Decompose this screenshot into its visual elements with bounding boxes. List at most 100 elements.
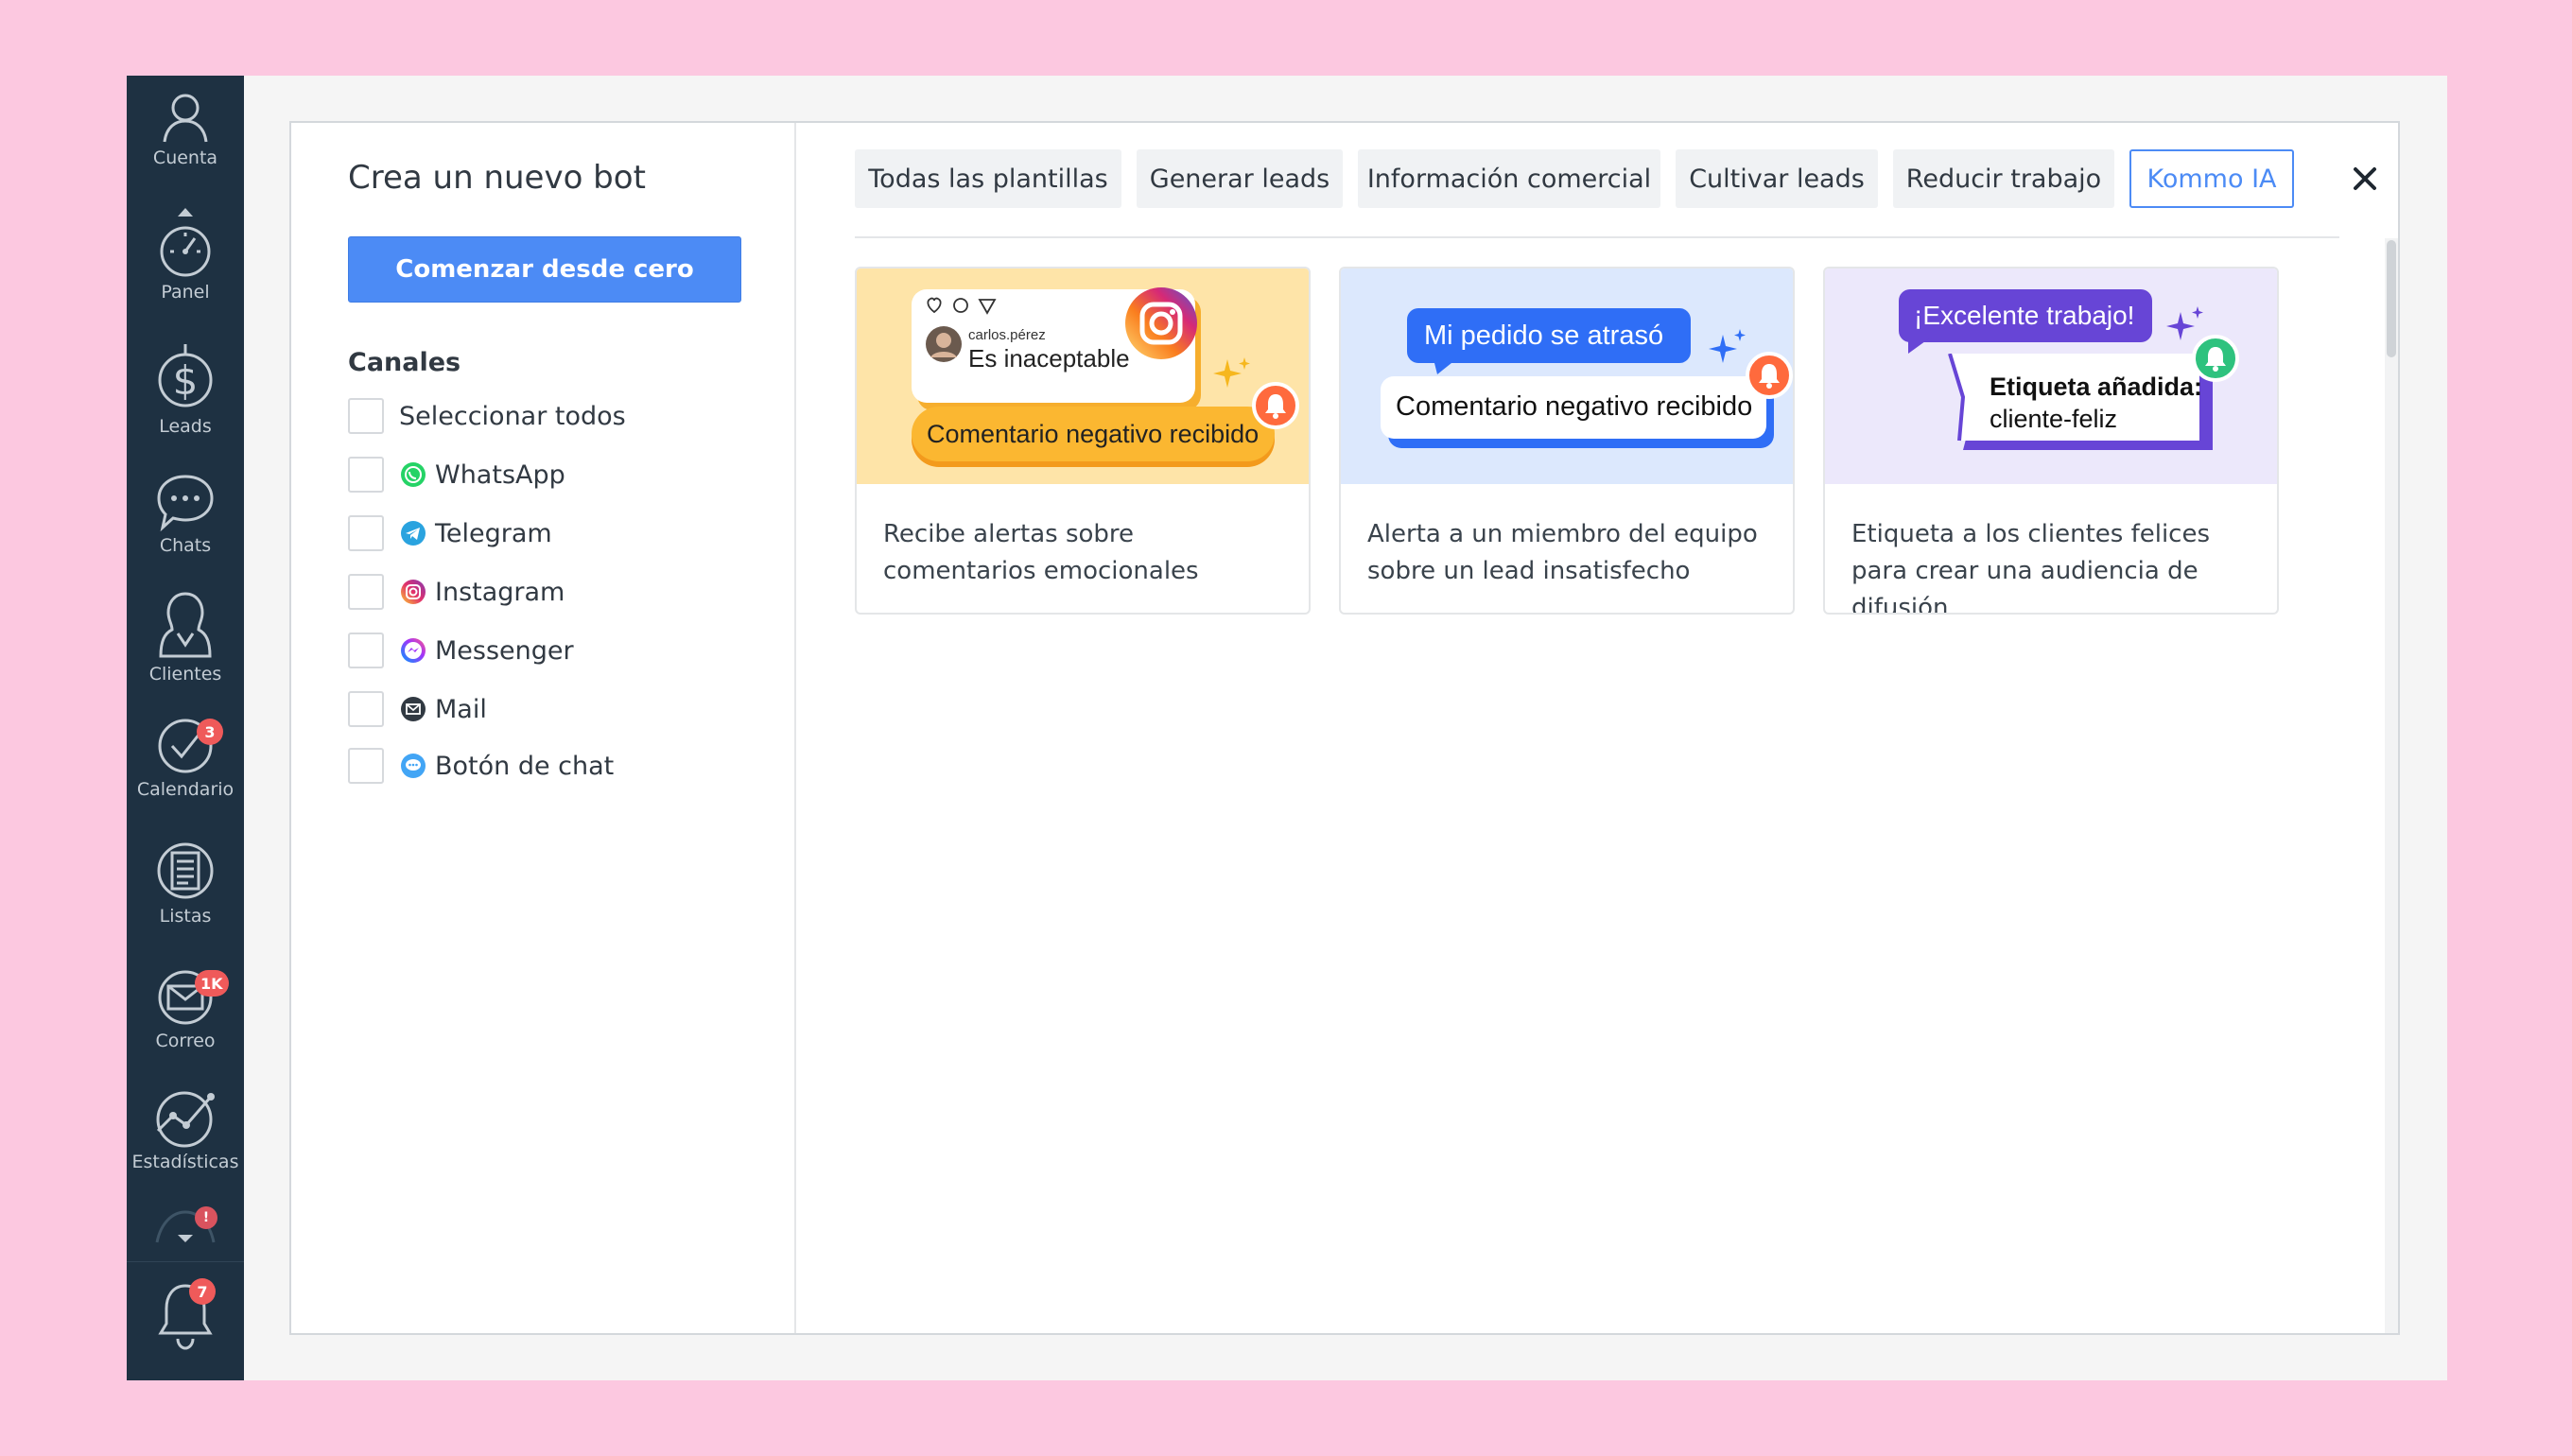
instagram-icon xyxy=(401,580,426,604)
bell-alert-icon xyxy=(1746,352,1793,399)
channel-label: Messenger xyxy=(435,635,574,666)
calendar-badge: 3 xyxy=(197,719,223,745)
card-illustration: ¡Excelente trabajo! Etiqueta añadida: cl… xyxy=(1825,269,2277,484)
sidebar-item-stats[interactable]: Estadísticas xyxy=(127,1087,244,1172)
channel-label: Mail xyxy=(435,694,487,724)
sidebar-item-label: Listas xyxy=(159,906,212,927)
alert-text: Comentario negativo recibido xyxy=(927,420,1260,448)
template-card[interactable]: carlos.pérez Es inaceptable Comentario n… xyxy=(855,267,1311,615)
channel-mail[interactable]: Mail xyxy=(348,690,487,728)
chats-icon xyxy=(157,475,214,531)
more-apps-badge: ! xyxy=(195,1206,217,1229)
telegram-checkbox[interactable] xyxy=(348,515,384,551)
bell-alert-icon xyxy=(1252,382,1299,429)
start-from-scratch-button[interactable]: Comenzar desde cero xyxy=(348,236,741,303)
customer-message-text: ¡Excelente trabajo! xyxy=(1914,301,2135,330)
sidebar-item-leads[interactable]: $ Leads xyxy=(127,342,244,437)
sidebar-item-lists[interactable]: Listas xyxy=(127,840,244,927)
tab-kommo-ai[interactable]: Kommo IA xyxy=(2129,149,2294,208)
customer-message-text: Mi pedido se atrasó xyxy=(1424,321,1664,351)
app-window: Cuenta Panel $ Leads Chats Clientes Cale… xyxy=(127,76,2447,1380)
post-actions-icon xyxy=(927,297,997,315)
sidebar-item-label: Clientes xyxy=(148,664,222,685)
messenger-icon xyxy=(401,638,426,663)
sidebar-item-label: Estadísticas xyxy=(131,1152,239,1172)
account-icon xyxy=(163,94,208,143)
sidebar-item-chats[interactable]: Chats xyxy=(127,473,244,556)
whatsapp-checkbox[interactable] xyxy=(348,457,384,493)
sidebar-divider xyxy=(127,1261,244,1262)
sidebar-item-panel[interactable]: Panel xyxy=(127,221,244,303)
avatar xyxy=(926,326,962,362)
sidebar-item-label: Panel xyxy=(161,282,210,303)
sidebar-item-label: Cuenta xyxy=(152,147,218,168)
sidebar-item-label: Leads xyxy=(159,416,212,437)
sidebar-item-calendar[interactable]: Calendario xyxy=(127,717,244,800)
tag-title: Etiqueta añadida: xyxy=(1990,373,2203,401)
channel-messenger[interactable]: Messenger xyxy=(348,632,574,669)
modal-left-panel: Crea un nuevo bot Comenzar desde cero Ca… xyxy=(291,123,796,1333)
chat-button-icon xyxy=(401,754,426,778)
sidebar-item-label: Calendario xyxy=(136,779,235,800)
mail-badge: 1K xyxy=(195,970,229,997)
bubble-tail-icon xyxy=(1434,359,1456,374)
tab-generate-leads[interactable]: Generar leads xyxy=(1137,149,1343,208)
telegram-icon xyxy=(401,521,426,546)
card-description: Recibe alertas sobre comentarios emocion… xyxy=(883,520,1199,585)
select-all-checkbox[interactable] xyxy=(348,398,384,434)
channel-label: Botón de chat xyxy=(435,751,615,781)
content-scrollbar[interactable] xyxy=(2385,238,2398,1333)
channel-select-all[interactable]: Seleccionar todos xyxy=(348,397,626,435)
channel-label: Telegram xyxy=(435,518,552,548)
chat-button-checkbox[interactable] xyxy=(348,748,384,784)
lists-icon xyxy=(157,842,214,899)
channel-instagram[interactable]: Instagram xyxy=(348,573,565,611)
whatsapp-icon xyxy=(401,462,426,487)
modal-title: Crea un nuevo bot xyxy=(348,159,646,197)
sidebar-item-label: Correo xyxy=(155,1031,216,1051)
notifications-badge: 7 xyxy=(189,1278,216,1305)
sidebar-item-clients[interactable]: Clientes xyxy=(127,590,244,685)
instagram-checkbox[interactable] xyxy=(348,574,384,610)
sidebar-item-label: Chats xyxy=(159,535,212,556)
scroll-up-icon[interactable] xyxy=(176,206,195,217)
comment-text: Es inaceptable xyxy=(968,344,1130,373)
channel-whatsapp[interactable]: WhatsApp xyxy=(348,456,565,494)
dashboard-icon xyxy=(160,226,211,277)
new-bot-modal: Crea un nuevo bot Comenzar desde cero Ca… xyxy=(289,121,2400,1335)
tab-reduce-work[interactable]: Reducir trabajo xyxy=(1893,149,2114,208)
comment-username: carlos.pérez xyxy=(968,327,1046,343)
scrollbar-thumb[interactable] xyxy=(2387,240,2396,357)
sparkle-icon xyxy=(1213,357,1250,388)
messenger-checkbox[interactable] xyxy=(348,633,384,668)
card-illustration: carlos.pérez Es inaceptable Comentario n… xyxy=(857,269,1309,484)
instagram-logo-icon xyxy=(1125,287,1197,359)
channel-telegram[interactable]: Telegram xyxy=(348,514,552,552)
template-card[interactable]: Mi pedido se atrasó Comentario negativo … xyxy=(1339,267,1795,615)
bell-alert-icon xyxy=(2192,335,2239,382)
sidebar-item-account[interactable]: Cuenta xyxy=(127,89,244,168)
svg-text:$: $ xyxy=(173,357,199,404)
tab-nurture-leads[interactable]: Cultivar leads xyxy=(1676,149,1878,208)
sparkle-icon xyxy=(1709,329,1746,363)
channel-label: Instagram xyxy=(435,577,565,607)
close-icon xyxy=(2354,167,2376,190)
card-description: Alerta a un miembro del equipo sobre un … xyxy=(1367,520,1758,585)
tab-all-templates[interactable]: Todas las plantillas xyxy=(855,149,1121,208)
sidebar: Cuenta Panel $ Leads Chats Clientes Cale… xyxy=(127,76,244,1380)
leads-icon: $ xyxy=(158,344,213,407)
tabs-divider xyxy=(855,236,2339,238)
template-card[interactable]: ¡Excelente trabajo! Etiqueta añadida: cl… xyxy=(1823,267,2279,615)
card-description: Etiqueta a los clientes felices para cre… xyxy=(1851,520,2211,615)
mail-checkbox[interactable] xyxy=(348,691,384,727)
tag-value: cliente-feliz xyxy=(1990,405,2118,433)
tab-business-info[interactable]: Información comercial xyxy=(1358,149,1660,208)
stats-icon xyxy=(156,1091,215,1148)
alert-text: Comentario negativo recibido xyxy=(1396,391,1753,422)
card-illustration: Mi pedido se atrasó Comentario negativo … xyxy=(1341,269,1793,484)
channel-label: WhatsApp xyxy=(435,459,565,490)
close-button[interactable] xyxy=(2341,155,2389,202)
channel-chat-button[interactable]: Botón de chat xyxy=(348,747,614,785)
clients-icon xyxy=(159,592,212,658)
mail-icon xyxy=(401,697,426,721)
